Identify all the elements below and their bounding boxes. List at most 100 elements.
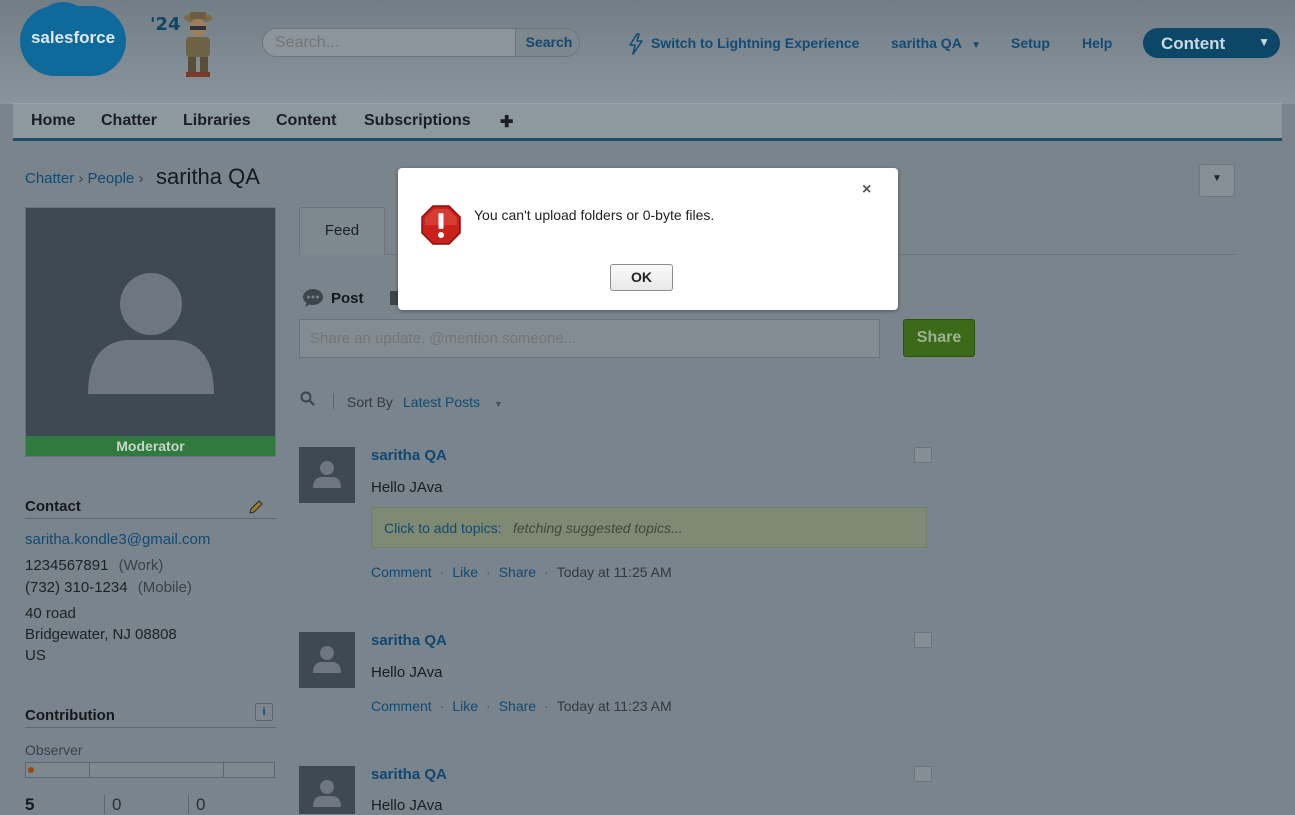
chevron-down-icon: ▼ <box>1258 35 1270 49</box>
moderator-badge: Moderator <box>26 436 275 456</box>
post-avatar[interactable] <box>299 766 355 814</box>
tab-chatter[interactable]: Chatter <box>101 112 157 130</box>
mascot-icon <box>184 12 212 77</box>
global-search: Search <box>262 28 580 57</box>
contribution-progress-bar <box>25 762 275 778</box>
ok-button[interactable]: OK <box>610 264 673 291</box>
work-phone: 1234567891 (Work) <box>25 557 163 574</box>
comment-link[interactable]: Comment <box>371 698 432 714</box>
chevron-down-icon: ▼ <box>493 399 503 409</box>
separator: · <box>439 698 445 714</box>
stat-posts: 5 <box>25 795 35 814</box>
search-input[interactable] <box>263 29 515 56</box>
sort-by-label: Sort By <box>347 394 393 410</box>
post-timestamp[interactable]: Today at 11:23 AM <box>557 698 672 714</box>
mobile-phone-number: (732) 310-1234 <box>25 579 128 596</box>
help-link[interactable]: Help <box>1082 35 1112 51</box>
post-menu-dropdown[interactable] <box>914 447 932 463</box>
share-link[interactable]: Share <box>499 564 536 580</box>
app-menu-button[interactable]: Content ▼ <box>1143 28 1280 58</box>
post-author-link[interactable]: saritha QA <box>371 632 447 649</box>
post-timestamp[interactable]: Today at 11:25 AM <box>557 564 672 580</box>
post-actions: Comment · Like · Share · Today at 11:25 AM <box>371 564 672 580</box>
contribution-level: Observer <box>25 742 83 758</box>
lightning-bolt-icon <box>629 33 643 55</box>
chevron-down-icon: ▼ <box>971 40 982 51</box>
user-menu-label: saritha QA <box>891 35 962 51</box>
sort-by-value: Latest Posts <box>403 394 481 410</box>
divider <box>333 393 334 409</box>
separator: · <box>486 564 491 580</box>
user-silhouette-icon <box>313 646 341 673</box>
profile-actions-dropdown[interactable]: ▼ <box>1199 164 1235 197</box>
stat-comments: 0 <box>112 795 122 814</box>
breadcrumb-separator: › <box>138 170 144 187</box>
like-link[interactable]: Like <box>452 564 478 580</box>
section-divider <box>25 518 276 519</box>
breadcrumb-people[interactable]: People <box>88 170 135 187</box>
mobile-phone: (732) 310-1234 (Mobile) <box>25 579 192 596</box>
logo-text: salesforce <box>30 28 116 47</box>
contact-email-link[interactable]: saritha.kondle3@gmail.com <box>25 531 210 548</box>
post-body: Hello JAva <box>371 479 443 496</box>
tab-subscriptions[interactable]: Subscriptions <box>364 112 471 130</box>
share-button[interactable]: Share <box>903 319 975 357</box>
edit-pencil-icon[interactable] <box>248 499 264 515</box>
mobile-phone-label: (Mobile) <box>137 579 192 596</box>
switch-lightning-link[interactable]: Switch to Lightning Experience <box>651 35 859 51</box>
info-icon[interactable]: i <box>255 703 273 721</box>
close-icon[interactable]: × <box>862 181 871 199</box>
search-button[interactable]: Search <box>515 29 579 56</box>
breadcrumb-chatter[interactable]: Chatter <box>25 170 74 187</box>
setup-link[interactable]: Setup <box>1011 35 1050 51</box>
dialog-message: You can't upload folders or 0-byte files… <box>474 207 715 223</box>
post-body: Hello JAva <box>371 664 443 681</box>
address-line-1: 40 road <box>25 605 76 622</box>
post-actions: Comment · Like · Share · Today at 11:23 AM <box>371 698 672 714</box>
tab-feed[interactable]: Feed <box>299 207 385 255</box>
tab-libraries[interactable]: Libraries <box>183 112 251 130</box>
error-stop-icon <box>421 205 461 245</box>
add-tab-icon[interactable]: ✚ <box>500 112 513 132</box>
post-tab[interactable]: Post <box>331 290 364 307</box>
topics-box: Click to add topics: fetching suggested … <box>371 507 927 548</box>
comment-link[interactable]: Comment <box>371 564 432 580</box>
work-phone-number: 1234567891 <box>25 557 109 574</box>
post-author-link[interactable]: saritha QA <box>371 447 447 464</box>
section-divider <box>25 727 276 728</box>
share-link[interactable]: Share <box>499 698 536 714</box>
chevron-down-icon: ▼ <box>1212 173 1222 184</box>
post-avatar[interactable] <box>299 447 355 503</box>
tab-home[interactable]: Home <box>31 112 75 130</box>
address-line-2: Bridgewater, NJ 08808 <box>25 626 177 643</box>
like-link[interactable]: Like <box>452 698 478 714</box>
topics-hint: fetching suggested topics... <box>513 520 683 536</box>
stat-divider <box>188 795 189 814</box>
post-avatar[interactable] <box>299 632 355 688</box>
work-phone-label: (Work) <box>118 557 164 574</box>
add-topics-link[interactable]: Click to add topics: <box>384 520 502 536</box>
post-composer-input[interactable] <box>299 319 880 358</box>
post-menu-dropdown[interactable] <box>914 766 932 782</box>
profile-photo[interactable] <box>25 207 276 457</box>
contribution-heading: Contribution <box>25 707 115 724</box>
sort-by-select[interactable]: Latest Posts ▼ <box>403 394 503 410</box>
contact-heading: Contact <box>25 498 81 515</box>
user-silhouette-icon <box>313 461 341 488</box>
post-body: Hello JAva <box>371 797 443 814</box>
stat-likes: 0 <box>196 795 206 814</box>
separator: · <box>544 564 549 580</box>
page-title: saritha QA <box>156 164 260 189</box>
separator: · <box>544 698 549 714</box>
post-menu-dropdown[interactable] <box>914 632 932 648</box>
separator: · <box>439 564 445 580</box>
app-menu-label: Content <box>1161 34 1226 53</box>
search-icon[interactable] <box>300 391 316 407</box>
breadcrumb: Chatter › People › <box>25 170 143 187</box>
chat-bubble-icon <box>303 289 323 307</box>
post-author-link[interactable]: saritha QA <box>371 766 447 783</box>
separator: · <box>486 698 491 714</box>
tab-content[interactable]: Content <box>276 112 336 130</box>
stat-divider <box>104 795 105 814</box>
user-menu[interactable]: saritha QA ▼ <box>891 35 981 51</box>
